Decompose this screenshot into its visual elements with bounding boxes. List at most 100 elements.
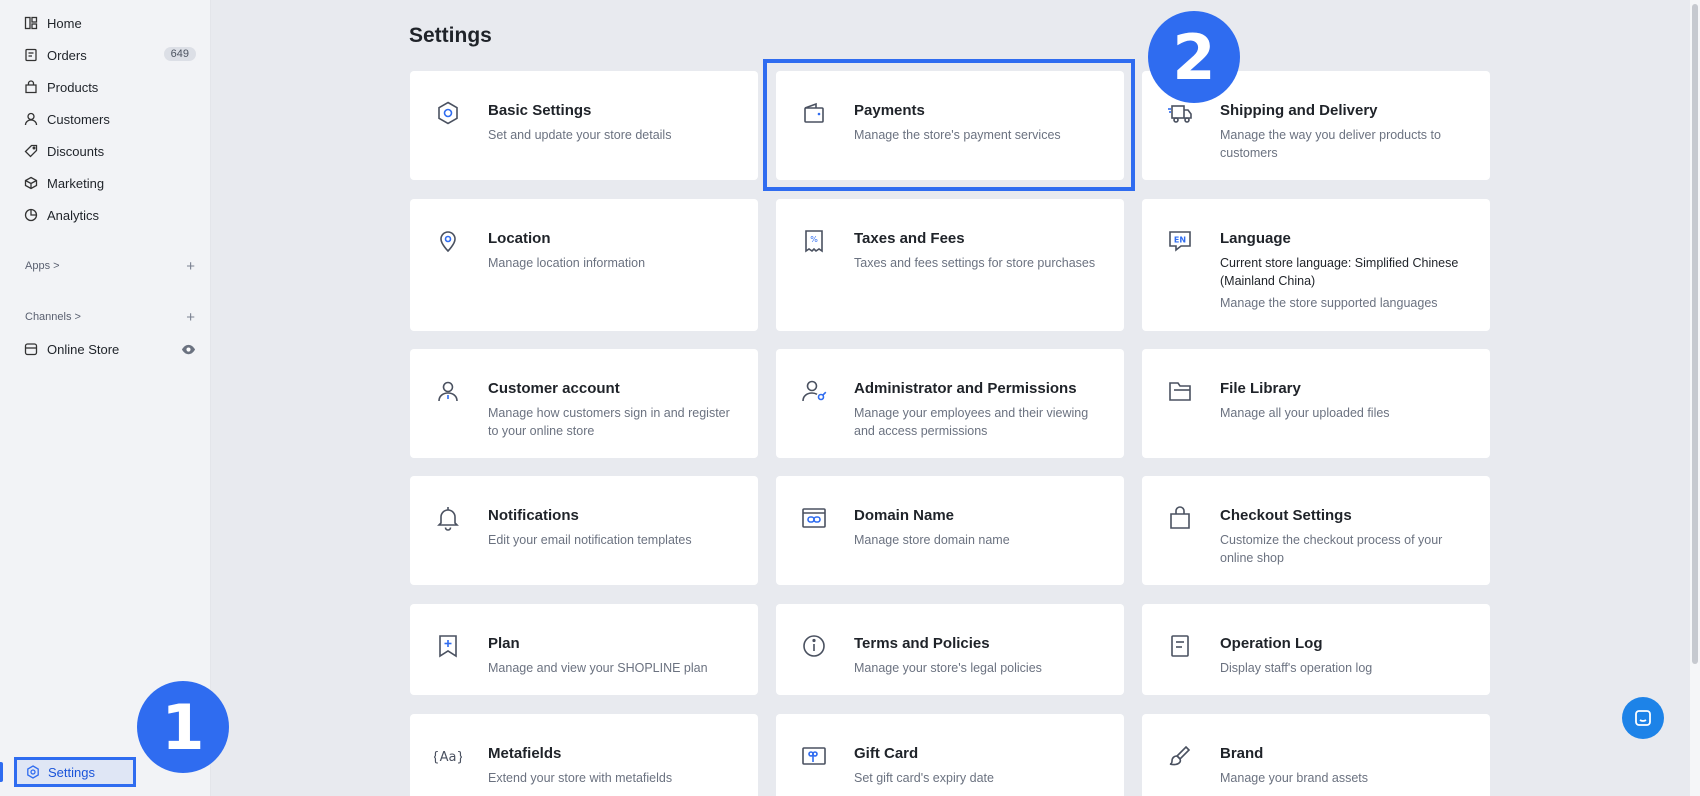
settings-card-metafields[interactable]: {Aa} Metafields Extend your store with m… xyxy=(410,714,758,796)
settings-card-gift-card[interactable]: Gift Card Set gift card's expiry date xyxy=(776,714,1124,796)
card-title: Brand xyxy=(1220,745,1264,762)
card-description: Manage your store's legal policies xyxy=(854,661,1042,675)
marketing-icon xyxy=(24,176,38,190)
sidebar-item-label: Analytics xyxy=(47,207,100,223)
sidebar-item-settings[interactable]: Settings xyxy=(14,757,136,787)
user-icon xyxy=(432,375,464,407)
card-title: Shipping and Delivery xyxy=(1220,102,1378,119)
card-description: Taxes and fees settings for store purcha… xyxy=(854,256,1096,270)
card-title: Terms and Policies xyxy=(854,635,990,652)
settings-card-file-library[interactable]: File Library Manage all your uploaded fi… xyxy=(1142,349,1490,458)
apps-section[interactable]: Apps > + xyxy=(25,258,195,275)
channels-section-label: Channels > xyxy=(25,311,81,323)
settings-card-taxes[interactable]: % Taxes and Fees Taxes and fees settings… xyxy=(776,199,1124,331)
active-indicator xyxy=(0,762,3,782)
card-title: Taxes and Fees xyxy=(854,230,965,247)
card-title: Notifications xyxy=(488,507,579,524)
card-title: Basic Settings xyxy=(488,102,592,119)
step-marker-1: 1 xyxy=(137,681,229,773)
card-description: Manage the store supported languages xyxy=(1220,296,1438,310)
settings-card-brand[interactable]: Brand Manage your brand assets xyxy=(1142,714,1490,796)
sidebar-item-discounts[interactable]: Discounts xyxy=(24,139,196,163)
card-title: Customer account xyxy=(488,380,620,397)
brand-brush-icon xyxy=(1164,740,1196,772)
card-title: File Library xyxy=(1220,380,1301,397)
products-icon xyxy=(24,80,38,94)
card-description: Manage all your uploaded files xyxy=(1220,406,1390,420)
sidebar-item-label: Customers xyxy=(47,111,110,127)
card-title: Administrator and Permissions xyxy=(854,380,1077,397)
settings-card-checkout[interactable]: Checkout Settings Customize the checkout… xyxy=(1142,476,1490,585)
eye-icon[interactable] xyxy=(181,342,196,357)
settings-card-basic-settings[interactable]: Basic Settings Set and update your store… xyxy=(410,71,758,180)
sidebar-item-orders[interactable]: Orders 649 xyxy=(24,43,196,67)
sidebar: Home Orders 649 Products Customers Disco… xyxy=(0,0,211,796)
metafields-icon: {Aa} xyxy=(432,740,464,772)
settings-card-admin-permissions[interactable]: Administrator and Permissions Manage you… xyxy=(776,349,1124,458)
orders-count-badge: 649 xyxy=(163,47,196,61)
channels-section[interactable]: Channels > + xyxy=(25,309,195,326)
settings-card-terms-policies[interactable]: Terms and Policies Manage your store's l… xyxy=(776,604,1124,695)
card-description: Manage the way you deliver products to c… xyxy=(1220,128,1441,160)
chat-icon xyxy=(1635,710,1651,726)
settings-card-language[interactable]: EN Language Current store language: Simp… xyxy=(1142,199,1490,331)
card-description: Manage your brand assets xyxy=(1220,771,1369,785)
card-description: Manage the store's payment services xyxy=(854,128,1061,142)
svg-text:EN: EN xyxy=(1174,236,1186,245)
sidebar-item-label: Discounts xyxy=(47,143,105,159)
sidebar-item-products[interactable]: Products xyxy=(24,75,196,99)
current-language: Current store language: Simplified Chine… xyxy=(1220,256,1459,288)
apps-section-label: Apps > xyxy=(25,260,60,272)
orders-icon xyxy=(24,48,38,62)
sidebar-item-label: Orders xyxy=(47,47,87,63)
page-title: Settings xyxy=(409,24,492,47)
settings-card-notifications[interactable]: Notifications Edit your email notificati… xyxy=(410,476,758,585)
log-icon xyxy=(1164,630,1196,662)
gear-icon xyxy=(432,97,464,129)
sidebar-item-label: Products xyxy=(47,79,99,95)
settings-card-customer-account[interactable]: Customer account Manage how customers si… xyxy=(410,349,758,458)
card-description: Edit your email notification templates xyxy=(488,533,692,547)
wallet-icon xyxy=(798,97,830,129)
card-description: Manage location information xyxy=(488,256,646,270)
sidebar-item-home[interactable]: Home xyxy=(24,11,196,35)
domain-link-icon xyxy=(798,502,830,534)
location-pin-icon xyxy=(432,225,464,257)
chat-button[interactable] xyxy=(1622,697,1664,739)
analytics-icon xyxy=(24,208,38,222)
scrollbar-thumb[interactable] xyxy=(1692,4,1698,664)
scrollbar[interactable] xyxy=(1690,0,1700,796)
card-title: Domain Name xyxy=(854,507,955,524)
store-icon xyxy=(24,342,38,356)
card-description: Manage and view your SHOPLINE plan xyxy=(488,661,708,675)
discounts-icon xyxy=(24,144,38,158)
language-icon: EN xyxy=(1164,225,1196,257)
settings-card-payments[interactable]: Payments Manage the store's payment serv… xyxy=(776,71,1124,180)
card-title: Language xyxy=(1220,230,1291,247)
sidebar-item-analytics[interactable]: Analytics xyxy=(24,203,196,227)
settings-card-operation-log[interactable]: Operation Log Display staff's operation … xyxy=(1142,604,1490,695)
svg-text:{Aa}: {Aa} xyxy=(434,750,462,765)
card-description: Set gift card's expiry date xyxy=(854,771,994,785)
folder-icon xyxy=(1164,375,1196,407)
card-title: Plan xyxy=(488,635,520,652)
add-app-button[interactable]: + xyxy=(186,258,195,275)
settings-card-domain-name[interactable]: Domain Name Manage store domain name xyxy=(776,476,1124,585)
admin-key-icon xyxy=(798,375,830,407)
svg-text:%: % xyxy=(810,235,818,244)
card-title: Gift Card xyxy=(854,745,919,762)
card-description: Manage how customers sign in and registe… xyxy=(488,406,730,438)
settings-card-plan[interactable]: Plan Manage and view your SHOPLINE plan xyxy=(410,604,758,695)
sidebar-item-marketing[interactable]: Marketing xyxy=(24,171,196,195)
add-channel-button[interactable]: + xyxy=(186,309,195,326)
plan-bookmark-icon xyxy=(432,630,464,662)
home-icon xyxy=(24,16,38,30)
sidebar-item-customers[interactable]: Customers xyxy=(24,107,196,131)
settings-card-location[interactable]: Location Manage location information xyxy=(410,199,758,331)
sidebar-item-online-store[interactable]: Online Store xyxy=(24,337,196,361)
info-icon xyxy=(798,630,830,662)
card-title: Metafields xyxy=(488,745,562,762)
step-marker-2: 2 xyxy=(1148,11,1240,103)
sidebar-item-label: Home xyxy=(47,15,82,31)
card-description: Manage store domain name xyxy=(854,533,1010,547)
